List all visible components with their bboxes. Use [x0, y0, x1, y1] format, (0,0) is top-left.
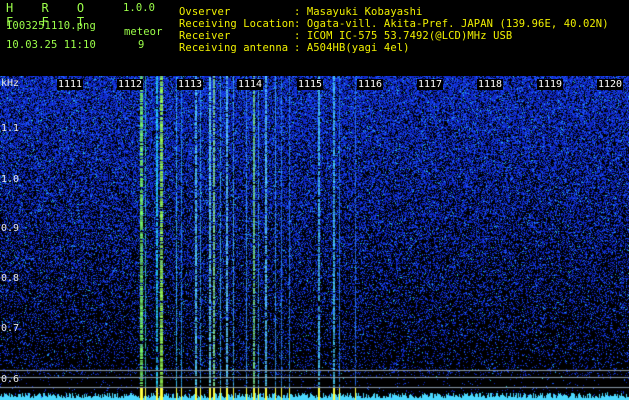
location-label: Receiving Location: [179, 18, 295, 30]
x-tick-1118: 1118: [477, 79, 504, 90]
app-version: 1.0.0: [123, 2, 156, 14]
x-tick-1120: 1120: [597, 79, 624, 90]
y-tick-0-8: 0.8: [1, 273, 20, 284]
x-tick-1117: 1117: [417, 79, 444, 90]
y-unit-label: kHz: [1, 78, 20, 89]
x-tick-1111: 1111: [57, 79, 84, 90]
spectrogram-canvas: [0, 76, 629, 400]
filename: 1003251110.png: [6, 20, 96, 32]
meteor-count: 9: [138, 39, 145, 51]
x-tick-1113: 1113: [177, 79, 204, 90]
x-tick-1116: 1116: [357, 79, 384, 90]
x-tick-1115: 1115: [297, 79, 324, 90]
x-tick-1112: 1112: [117, 79, 144, 90]
receiver-label: Receiver: [179, 30, 231, 42]
y-tick-1-0: 1.0: [1, 174, 20, 185]
y-tick-0-6: 0.6: [1, 374, 20, 385]
timestamp: 10.03.25 11:10: [6, 39, 96, 51]
receiver-value: : ICOM IC-575 53.7492(@LCD)MHz USB: [294, 30, 513, 42]
y-tick-0-9: 0.9: [1, 223, 20, 234]
x-tick-1114: 1114: [237, 79, 264, 90]
location-value: : Ogata-vill. Akita-Pref. JAPAN (139.96E…: [294, 18, 609, 30]
antenna-value: : A504HB(yagi 4el): [294, 42, 410, 54]
observer-value: : Masayuki Kobayashi: [294, 6, 423, 18]
y-tick-0-7: 0.7: [1, 323, 20, 334]
observer-label: Ovserver: [179, 6, 231, 18]
antenna-label: Receiving antenna: [179, 42, 289, 54]
x-tick-1119: 1119: [537, 79, 564, 90]
header-panel: H R O F F T 1.0.0 1003251110.png meteor …: [0, 0, 629, 76]
meteor-label: meteor: [124, 26, 163, 38]
y-tick-1-1: 1.1: [1, 123, 20, 134]
